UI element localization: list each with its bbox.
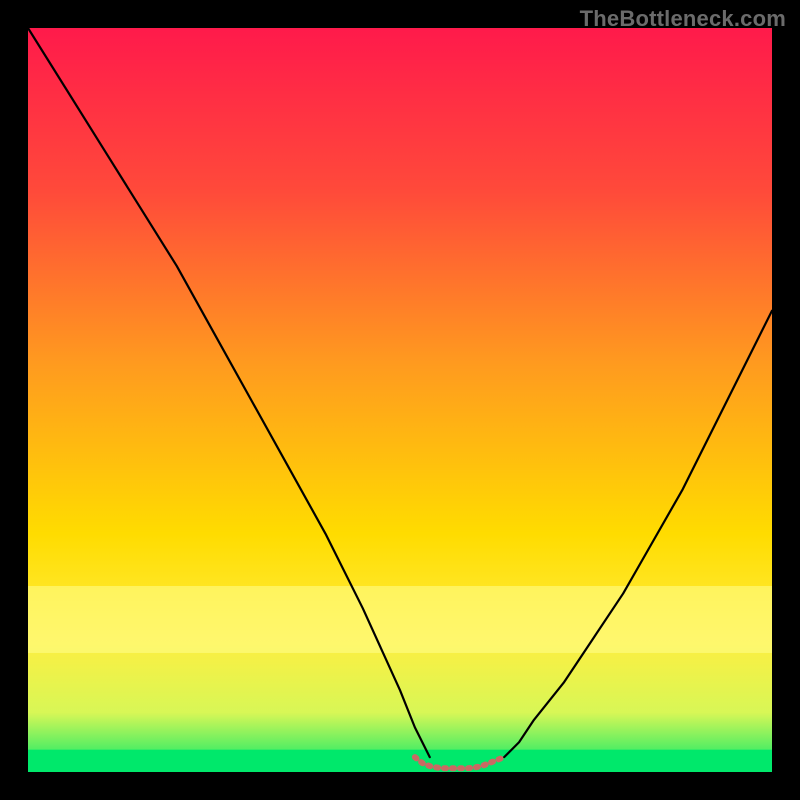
gradient-background (28, 28, 772, 772)
overlay-band (28, 586, 772, 653)
bottleneck-chart (28, 28, 772, 772)
chart-frame: TheBottleneck.com (0, 0, 800, 800)
green-strip (28, 750, 772, 772)
watermark-text: TheBottleneck.com (580, 6, 786, 32)
